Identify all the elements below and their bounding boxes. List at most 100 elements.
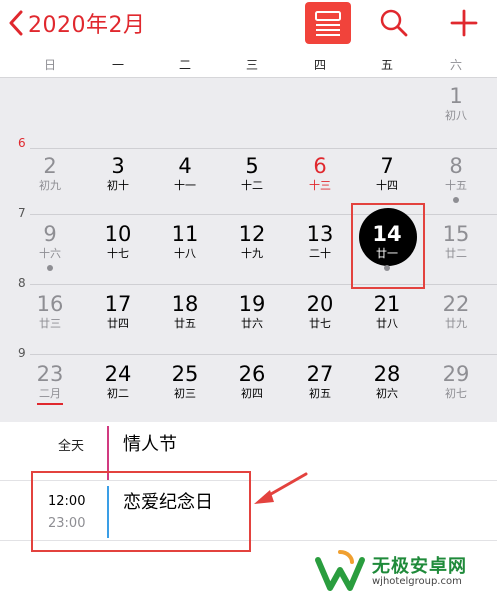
day-cell-18[interactable]: 18 廿五 [153,292,217,332]
day-cell-29[interactable]: 29 初七 [424,362,488,402]
day-number: 15 [442,222,470,246]
day-number: 27 [306,362,334,386]
month-title: 2020年2月 [28,13,146,38]
day-cell-16[interactable]: 16 廿三 [18,292,82,332]
month-number-label: 7 [18,206,26,220]
event-dot [453,197,459,203]
day-cell-9[interactable]: 9 十六 [18,222,82,271]
weekday-header: 日 一 二 三 四 五 六 [0,48,497,78]
day-number: 2 [43,154,57,178]
watermark-text: 无极安卓网 [372,556,467,577]
day-cell-13[interactable]: 13 二十 [288,222,352,262]
annotation-box-event [31,471,251,552]
lunar-date: 廿七 [309,317,331,330]
lunar-date: 初二 [107,387,129,400]
week-separator [30,354,497,355]
back-button[interactable]: 2020年2月 [8,6,146,40]
lunar-date: 初三 [174,387,196,400]
lunar-month-underline [37,403,63,405]
annotation-arrow-icon [254,472,308,504]
watermark-logo-icon [315,550,365,591]
day-number: 29 [442,362,470,386]
week-separator [30,284,497,285]
day-cell-7[interactable]: 7 十四 [355,154,419,194]
day-number: 1 [449,84,463,108]
day-number: 6 [313,154,327,178]
day-cell-15[interactable]: 15 廿二 [424,222,488,262]
day-number: 17 [104,292,132,316]
weekday-tue: 二 [178,58,191,72]
lunar-date: 二十 [309,247,331,260]
lunar-date: 廿八 [376,317,398,330]
event-valentines-day[interactable]: 情人节 [123,430,177,456]
plus-icon [450,9,478,37]
day-cell-24[interactable]: 24 初二 [86,362,150,402]
lunar-date: 十五 [445,179,467,192]
day-number: 23 [36,362,64,386]
lunar-date: 十一 [174,179,196,192]
lunar-date: 初七 [445,387,467,400]
day-number: 19 [238,292,266,316]
lunar-date: 廿六 [241,317,263,330]
search-button[interactable] [371,2,417,44]
day-cell-8[interactable]: 8 十五 [424,154,488,203]
day-cell-19[interactable]: 19 廿六 [220,292,284,332]
day-cell-3[interactable]: 3 初十 [86,154,150,194]
day-cell-6[interactable]: 6 十三 [288,154,352,194]
lunar-date: 十九 [241,247,263,260]
day-cell-25[interactable]: 25 初三 [153,362,217,402]
day-number: 16 [36,292,64,316]
lunar-date: 十四 [376,179,398,192]
lunar-date: 初十 [107,179,129,192]
day-number: 3 [111,154,125,178]
day-number: 28 [373,362,401,386]
month-number-label: 9 [18,346,26,360]
weekday-mon: 一 [111,58,124,72]
day-number: 22 [442,292,470,316]
weekday-wed: 三 [245,58,258,72]
day-cell-10[interactable]: 10 十七 [86,222,150,262]
watermark-url: wjhotelgroup.com [372,576,462,587]
day-cell-27[interactable]: 27 初五 [288,362,352,402]
lunar-date: 廿二 [445,247,467,260]
day-number: 25 [171,362,199,386]
chevron-left-icon [9,10,23,36]
day-number: 7 [380,154,394,178]
day-cell-26[interactable]: 26 初四 [220,362,284,402]
day-cell-11[interactable]: 11 十八 [153,222,217,262]
lunar-date: 十七 [107,247,129,260]
day-cell-5[interactable]: 5 十二 [220,154,284,194]
weekday-sat: 六 [449,58,462,72]
day-cell-4[interactable]: 4 十一 [153,154,217,194]
day-number: 5 [245,154,259,178]
day-number: 21 [373,292,401,316]
day-number: 9 [43,222,57,246]
lunar-date: 廿九 [445,317,467,330]
add-event-button[interactable] [441,2,487,44]
day-cell-20[interactable]: 20 廿七 [288,292,352,332]
day-cell-17[interactable]: 17 廿四 [86,292,150,332]
day-cell-1[interactable]: 1 初八 [424,84,488,124]
day-number: 10 [104,222,132,246]
day-cell-23[interactable]: 23 二月 [18,362,82,405]
day-number: 20 [306,292,334,316]
day-cell-2[interactable]: 2 初九 [18,154,82,194]
day-cell-28[interactable]: 28 初六 [355,362,419,402]
annotation-box-day [351,203,425,289]
day-cell-22[interactable]: 22 廿九 [424,292,488,332]
lunar-date: 十三 [309,179,331,192]
week-separator [30,214,497,215]
weekday-thu: 四 [313,58,326,72]
lunar-date: 廿四 [107,317,129,330]
day-number: 13 [306,222,334,246]
nav-bar: 2020年2月 [0,0,497,48]
search-icon [380,9,408,37]
day-cell-21[interactable]: 21 廿八 [355,292,419,332]
lunar-date: 初五 [309,387,331,400]
day-number: 4 [178,154,192,178]
day-number: 8 [449,154,463,178]
list-view-button[interactable] [305,2,351,44]
day-cell-12[interactable]: 12 十九 [220,222,284,262]
event-dot [47,265,53,271]
day-number: 12 [238,222,266,246]
